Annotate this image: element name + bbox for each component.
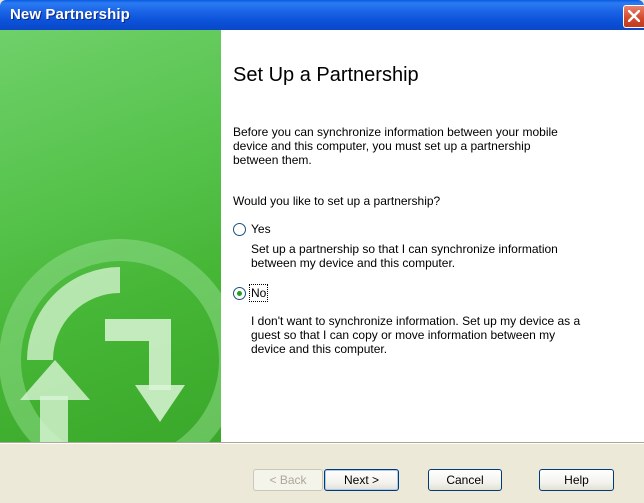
wizard-side-banner xyxy=(0,30,221,442)
sync-icon xyxy=(0,239,221,442)
yes-radio-option[interactable]: Yes xyxy=(233,221,271,237)
intro-text: Before you can synchronize information b… xyxy=(233,125,558,167)
close-button[interactable] xyxy=(623,5,644,28)
wizard-content: Set Up a Partnership Before you can sync… xyxy=(221,30,644,442)
no-radio-option[interactable]: No xyxy=(233,284,269,302)
back-button[interactable]: < Back xyxy=(253,469,323,491)
wizard-window: New Partnership Set Up a Partnership Bef… xyxy=(0,0,644,503)
wizard-footer: < Back Next > Cancel Help xyxy=(0,444,644,503)
page-title: Set Up a Partnership xyxy=(233,64,419,86)
help-button[interactable]: Help xyxy=(539,469,614,491)
no-option-description: I don't want to synchronize information.… xyxy=(251,314,581,356)
title-bar[interactable]: New Partnership xyxy=(0,0,644,30)
yes-radio-label[interactable]: Yes xyxy=(251,222,271,236)
close-icon xyxy=(628,10,640,22)
yes-option-description: Set up a partnership so that I can synch… xyxy=(251,242,558,270)
no-radio-button[interactable] xyxy=(233,286,246,300)
question-text: Would you like to set up a partnership? xyxy=(233,194,441,208)
cancel-button[interactable]: Cancel xyxy=(428,469,502,491)
yes-radio-button[interactable] xyxy=(233,222,246,236)
next-button[interactable]: Next > xyxy=(324,469,399,491)
no-radio-label[interactable]: No xyxy=(248,284,269,302)
window-title: New Partnership xyxy=(10,6,130,23)
